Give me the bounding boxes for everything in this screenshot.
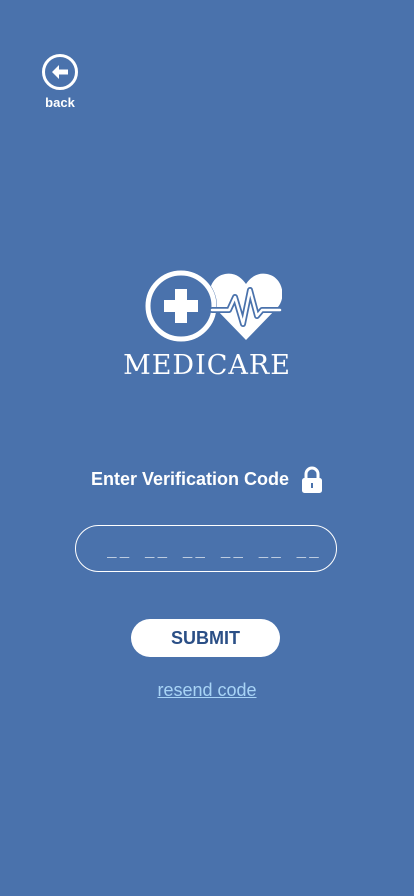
- arrow-left-circle-icon: [42, 54, 78, 90]
- code-placeholder: __ __ __ __ __ __: [107, 539, 322, 558]
- lock-icon: [302, 466, 323, 493]
- verification-label: Enter Verification Code: [90, 469, 290, 489]
- logo-text: MEDICARE: [123, 350, 291, 381]
- app-logo: MEDICARE: [0, 264, 414, 381]
- verification-code-input[interactable]: __ __ __ __ __ __: [75, 525, 337, 572]
- submit-button[interactable]: SUBMIT: [131, 619, 280, 657]
- verification-heading: Enter Verification Code: [0, 466, 414, 493]
- back-label: back: [45, 95, 75, 110]
- back-button[interactable]: back: [38, 53, 82, 110]
- medical-cross-heart-pulse-icon: [145, 270, 282, 342]
- resend-code-link[interactable]: resend code: [0, 680, 414, 701]
